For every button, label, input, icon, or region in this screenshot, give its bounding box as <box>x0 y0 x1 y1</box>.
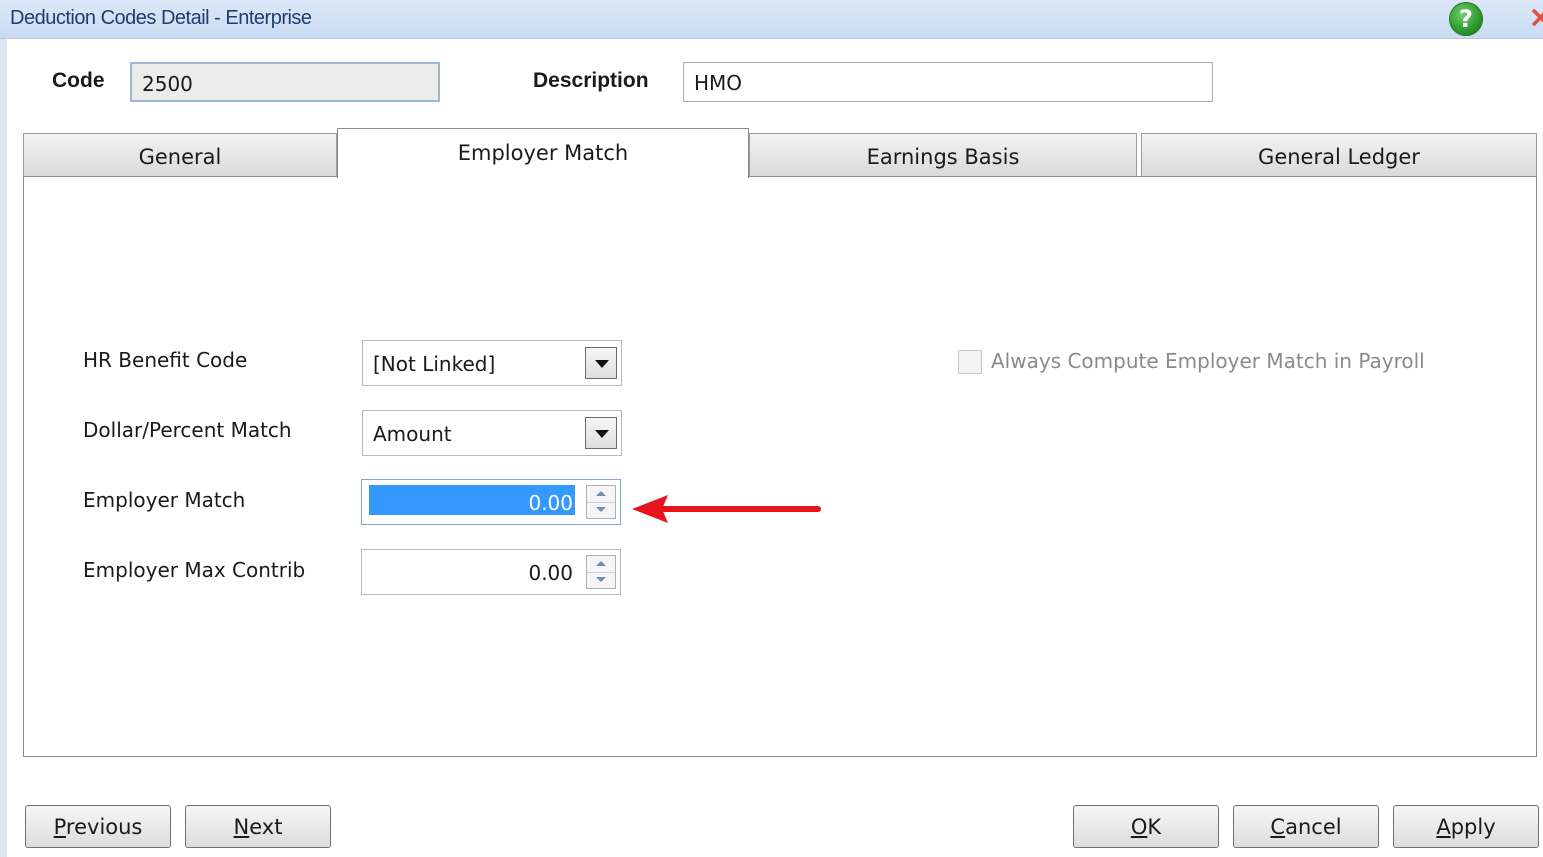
close-icon[interactable]: × <box>1528 1 1543 35</box>
hr-benefit-code-select[interactable]: [Not Linked] <box>362 340 622 386</box>
dollar-percent-match-label: Dollar/Percent Match <box>83 418 292 442</box>
ok-button[interactable]: OK <box>1073 805 1219 848</box>
hr-benefit-code-label: HR Benefit Code <box>83 348 248 372</box>
employer-max-contrib-input[interactable]: 0.00 <box>369 555 575 585</box>
help-icon[interactable]: ? <box>1449 2 1483 36</box>
always-compute-checkbox[interactable] <box>958 350 982 374</box>
spin-up-icon[interactable] <box>587 486 615 503</box>
chevron-down-icon[interactable] <box>585 347 617 379</box>
spin-buttons[interactable] <box>586 485 616 519</box>
tab-employer-match[interactable]: Employer Match <box>337 128 749 178</box>
code-label: Code <box>52 69 105 92</box>
employer-match-spinner[interactable]: 0.00 <box>361 479 621 525</box>
hr-benefit-code-value: [Not Linked] <box>373 352 496 376</box>
window-edge <box>0 0 7 857</box>
description-label: Description <box>533 69 649 92</box>
always-compute-label: Always Compute Employer Match in Payroll <box>991 349 1425 373</box>
next-button[interactable]: Next <box>185 805 331 848</box>
spin-up-icon[interactable] <box>587 556 615 573</box>
apply-button[interactable]: Apply <box>1393 805 1539 848</box>
chevron-down-icon[interactable] <box>585 417 617 449</box>
previous-button[interactable]: Previous <box>25 805 171 848</box>
code-field[interactable]: 2500 <box>130 62 440 102</box>
cancel-button[interactable]: Cancel <box>1233 805 1379 848</box>
title-bar: Deduction Codes Detail - Enterprise ? × <box>0 0 1543 39</box>
dollar-percent-match-select[interactable]: Amount <box>362 410 622 456</box>
description-field[interactable]: HMO <box>683 62 1213 102</box>
tab-panel <box>23 176 1537 757</box>
spin-buttons[interactable] <box>586 555 616 589</box>
employer-match-label: Employer Match <box>83 488 246 512</box>
tab-general[interactable]: General <box>23 133 337 177</box>
tab-general-ledger[interactable]: General Ledger <box>1141 133 1537 177</box>
window-title: Deduction Codes Detail - Enterprise <box>10 7 312 29</box>
employer-max-contrib-label: Employer Max Contrib <box>83 558 306 582</box>
spin-down-icon[interactable] <box>587 502 615 518</box>
dollar-percent-match-value: Amount <box>373 422 452 446</box>
tab-earnings-basis[interactable]: Earnings Basis <box>749 133 1137 177</box>
employer-max-contrib-spinner[interactable]: 0.00 <box>361 549 621 595</box>
employer-match-input[interactable]: 0.00 <box>369 485 575 515</box>
spin-down-icon[interactable] <box>587 572 615 588</box>
annotation-arrow <box>632 495 821 523</box>
